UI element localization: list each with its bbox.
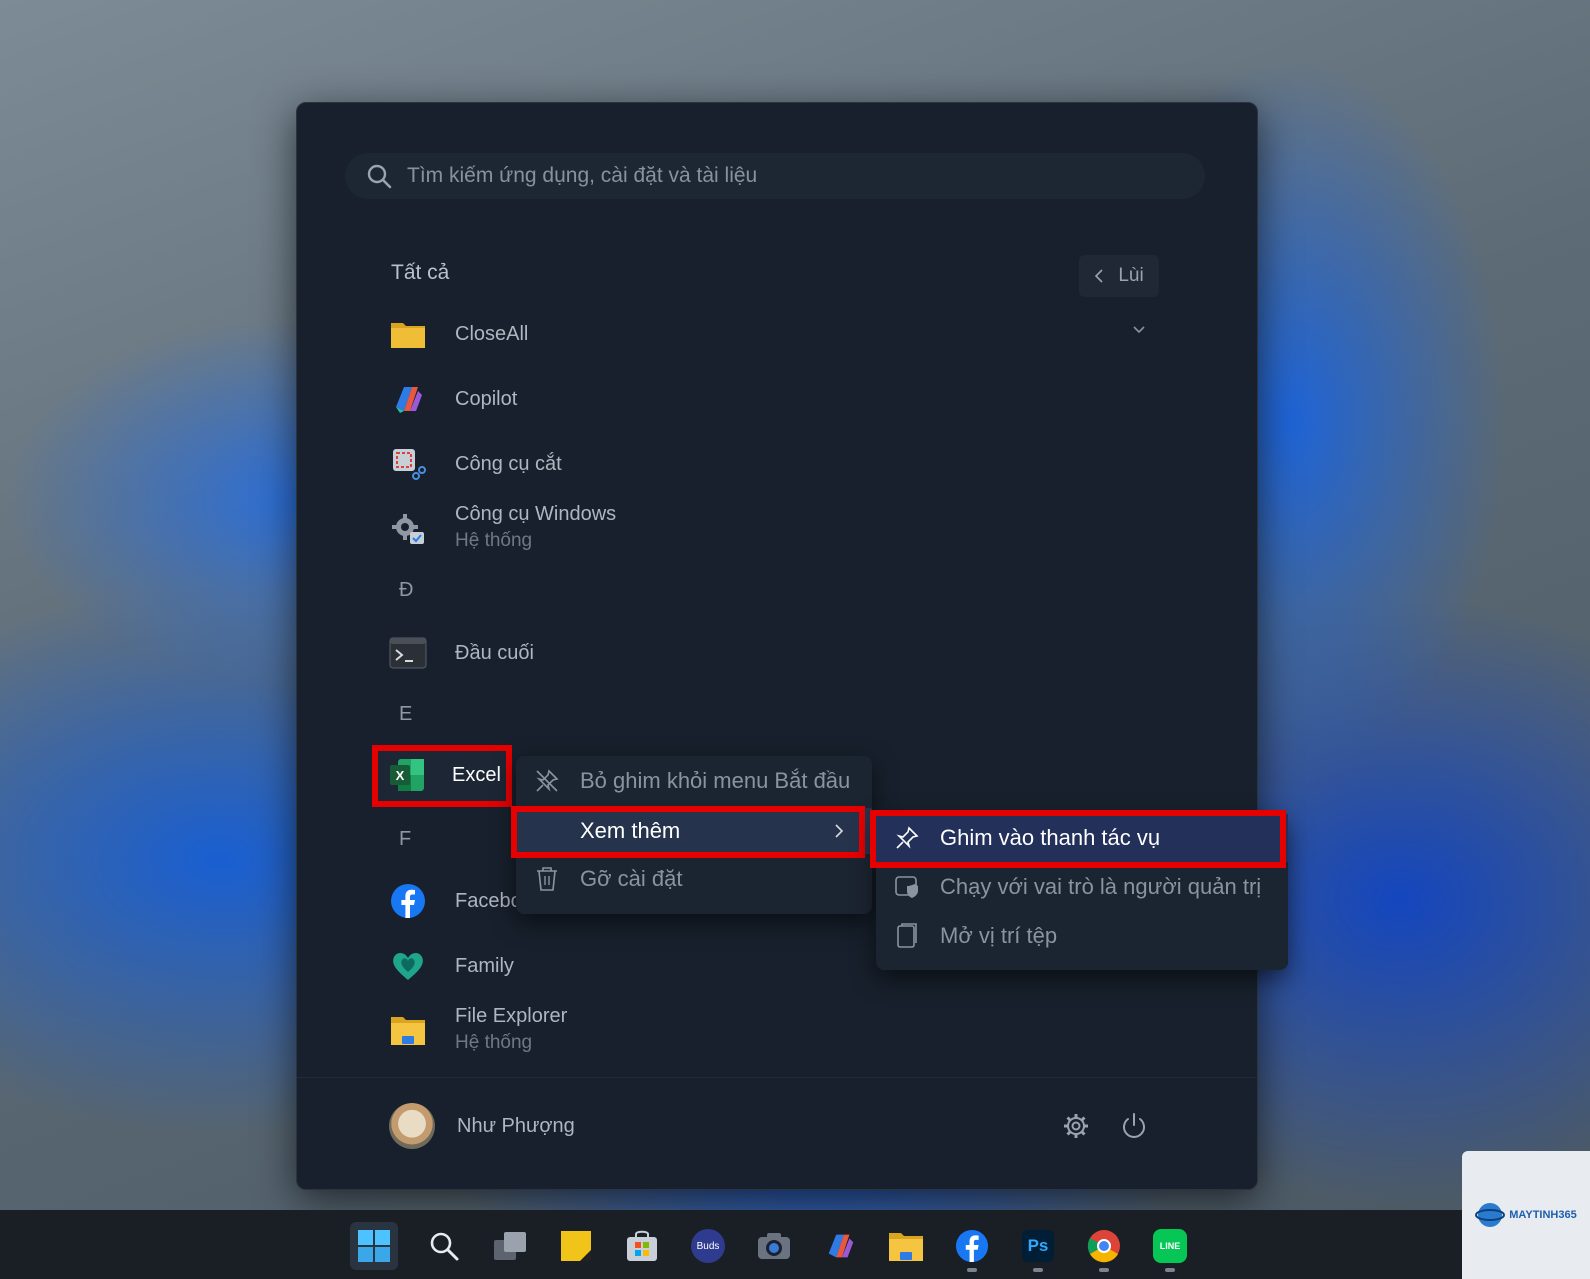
start-button[interactable] bbox=[350, 1222, 398, 1270]
folder-icon bbox=[389, 315, 427, 353]
copilot-icon bbox=[828, 1234, 854, 1258]
app-name: File Explorer bbox=[455, 1005, 568, 1027]
run-as-admin-item[interactable]: Chạy với vai trò là người quản trị bbox=[876, 864, 1288, 910]
folder-icon bbox=[889, 1233, 923, 1261]
sticky-notes-icon bbox=[561, 1231, 591, 1261]
unpin-icon bbox=[534, 768, 560, 794]
running-indicator bbox=[967, 1268, 977, 1272]
app-item-windows-tools[interactable]: Công cụ Windows Hệ thống bbox=[389, 503, 616, 552]
windows-tools-icon bbox=[389, 509, 427, 547]
microsoft-store-button[interactable] bbox=[618, 1222, 666, 1270]
app-name: Family bbox=[455, 954, 514, 977]
chrome-icon bbox=[1087, 1230, 1120, 1263]
unpin-from-start-item[interactable]: Bỏ ghim khỏi menu Bắt đầu bbox=[516, 758, 872, 804]
store-icon bbox=[627, 1230, 657, 1261]
chevron-down-icon[interactable] bbox=[1132, 325, 1146, 335]
task-view-icon bbox=[494, 1232, 526, 1260]
file-explorer-button[interactable] bbox=[882, 1222, 930, 1270]
copilot-icon bbox=[389, 380, 427, 418]
taskbar-search-button[interactable] bbox=[420, 1222, 468, 1270]
excel-letter: X bbox=[396, 768, 405, 783]
back-button[interactable]: Lùi bbox=[1079, 255, 1159, 297]
camera-button[interactable] bbox=[750, 1222, 798, 1270]
file-explorer-icon bbox=[389, 1011, 427, 1049]
menu-label: Chạy với vai trò là người quản trị bbox=[940, 874, 1262, 899]
app-name: Công cụ cắt bbox=[455, 452, 562, 475]
letter-header-d[interactable]: Đ bbox=[399, 579, 413, 602]
app-item-copilot[interactable]: Copilot bbox=[389, 380, 517, 418]
windows-logo-icon bbox=[358, 1230, 390, 1262]
line-icon: LINE bbox=[1153, 1229, 1187, 1263]
chevron-left-icon bbox=[1095, 269, 1103, 283]
facebook-icon bbox=[389, 882, 427, 920]
menu-label: Mở vị trí tệp bbox=[940, 923, 1058, 948]
maytinh365-watermark-logo: MAYTINH365 bbox=[1462, 1151, 1590, 1279]
copilot-button[interactable] bbox=[816, 1222, 864, 1270]
facebook-button[interactable] bbox=[948, 1222, 996, 1270]
family-icon bbox=[389, 947, 427, 985]
app-name: CloseAll bbox=[455, 322, 529, 345]
app-name: Đầu cuối bbox=[455, 641, 534, 664]
photoshop-icon: Ps bbox=[1022, 1230, 1054, 1262]
sticky-notes-button[interactable] bbox=[552, 1222, 600, 1270]
app-item-family[interactable]: Family bbox=[389, 947, 514, 985]
globe-logo-icon bbox=[1475, 1203, 1506, 1227]
start-menu: Tất cả Lùi CloseAll Copilot bbox=[296, 102, 1258, 1190]
running-indicator bbox=[1099, 1268, 1109, 1272]
running-indicator bbox=[1033, 1268, 1043, 1272]
search-box[interactable] bbox=[345, 153, 1205, 199]
search-icon bbox=[367, 164, 392, 189]
search-icon bbox=[430, 1232, 459, 1261]
task-view-button[interactable] bbox=[486, 1222, 534, 1270]
user-account-button[interactable]: Như Phượng bbox=[389, 1103, 575, 1149]
pin-taskbar-highlight-box bbox=[870, 810, 1286, 868]
file-location-icon bbox=[894, 923, 920, 949]
app-item-file-explorer[interactable]: File Explorer Hệ thống bbox=[389, 1005, 567, 1054]
app-name: Công cụ Windows bbox=[455, 503, 617, 525]
app-item-terminal[interactable]: Đầu cuối bbox=[389, 634, 534, 672]
app-item-excel[interactable]: X Excel bbox=[388, 756, 501, 794]
app-subtitle: Hệ thống bbox=[455, 530, 533, 551]
app-item-snipping-tool[interactable]: Công cụ cắt bbox=[389, 445, 562, 483]
camera-icon bbox=[758, 1233, 790, 1259]
app-item-closeall[interactable]: CloseAll bbox=[389, 315, 528, 353]
search-input[interactable] bbox=[405, 163, 1169, 189]
app-name: Copilot bbox=[455, 387, 518, 410]
excel-icon: X bbox=[388, 756, 426, 794]
chrome-button[interactable] bbox=[1080, 1222, 1128, 1270]
running-indicator bbox=[1165, 1268, 1175, 1272]
open-file-location-item[interactable]: Mở vị trí tệp bbox=[876, 913, 1288, 959]
menu-label: Bỏ ghim khỏi menu Bắt đầu bbox=[580, 768, 851, 793]
menu-label: Gỡ cài đặt bbox=[580, 866, 683, 891]
all-apps-title: Tất cả bbox=[391, 261, 450, 284]
uninstall-item[interactable]: Gỡ cài đặt bbox=[516, 856, 872, 902]
avatar bbox=[389, 1103, 435, 1149]
photoshop-button[interactable]: Ps bbox=[1014, 1222, 1062, 1270]
watermark-text: MAYTINH365 bbox=[1509, 1209, 1577, 1221]
terminal-icon bbox=[389, 634, 427, 672]
see-more-highlight-box bbox=[511, 806, 865, 858]
snipping-tool-icon bbox=[389, 445, 427, 483]
trash-icon bbox=[534, 866, 560, 892]
user-name: Như Phượng bbox=[457, 1114, 575, 1137]
galaxy-buds-button[interactable]: Buds bbox=[684, 1222, 732, 1270]
power-icon[interactable] bbox=[1119, 1111, 1149, 1141]
shield-icon bbox=[894, 874, 920, 900]
footer-divider bbox=[297, 1077, 1257, 1078]
letter-header-e[interactable]: E bbox=[399, 703, 412, 726]
letter-header-f[interactable]: F bbox=[399, 828, 411, 851]
taskbar: Buds Ps LINE bbox=[0, 1210, 1590, 1279]
settings-gear-icon[interactable] bbox=[1061, 1111, 1091, 1141]
line-button[interactable]: LINE bbox=[1146, 1222, 1194, 1270]
app-name: Excel bbox=[452, 763, 501, 786]
app-subtitle: Hệ thống bbox=[455, 1032, 533, 1053]
buds-icon: Buds bbox=[691, 1229, 725, 1263]
back-label: Lùi bbox=[1118, 265, 1144, 286]
facebook-icon bbox=[955, 1229, 989, 1263]
